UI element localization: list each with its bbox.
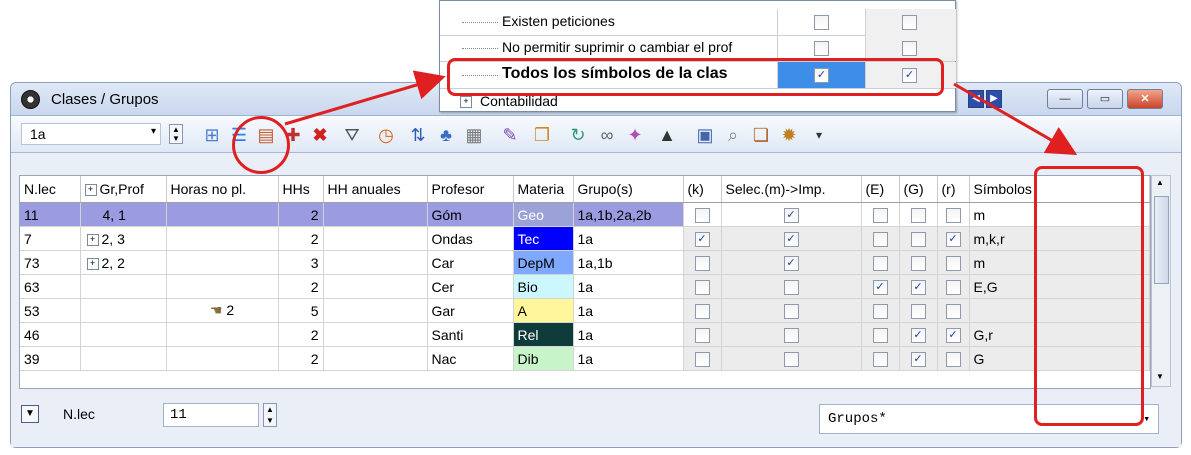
annotation-arrows (284, 70, 1078, 155)
